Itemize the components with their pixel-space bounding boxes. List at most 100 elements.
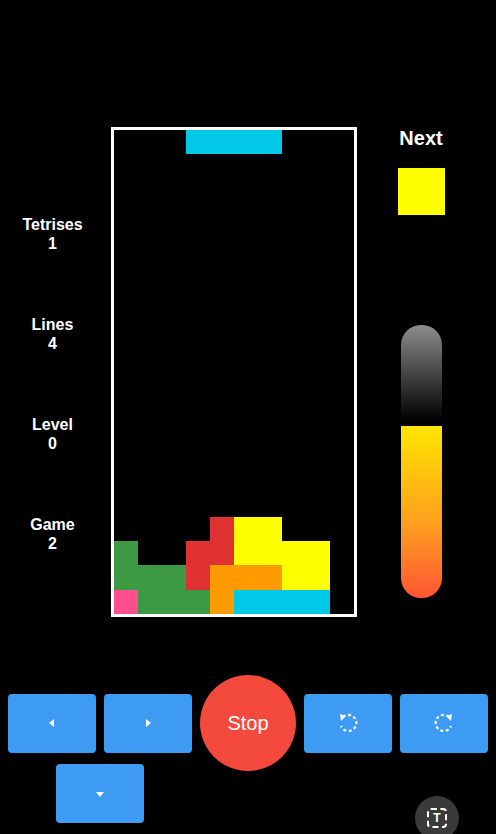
cell bbox=[114, 299, 138, 323]
rotate-left-button[interactable] bbox=[304, 694, 392, 753]
cell bbox=[330, 154, 354, 178]
cell bbox=[306, 154, 330, 178]
cell bbox=[162, 227, 186, 251]
cell bbox=[258, 469, 282, 493]
left-button[interactable] bbox=[8, 694, 96, 753]
cell bbox=[234, 154, 258, 178]
board-row bbox=[114, 444, 354, 468]
cell bbox=[306, 420, 330, 444]
cell bbox=[210, 154, 234, 178]
cell bbox=[234, 324, 258, 348]
cell bbox=[114, 178, 138, 202]
cell bbox=[234, 469, 258, 493]
cell bbox=[258, 565, 282, 589]
stat: Tetrises 1 bbox=[0, 215, 111, 253]
next-label: Next bbox=[399, 127, 442, 149]
cell bbox=[210, 420, 234, 444]
cell bbox=[306, 396, 330, 420]
cell bbox=[306, 444, 330, 468]
right-button[interactable] bbox=[104, 694, 192, 753]
cell bbox=[258, 130, 282, 154]
cell bbox=[234, 178, 258, 202]
down-button[interactable] bbox=[56, 764, 144, 823]
cell bbox=[210, 251, 234, 275]
rotate-right-button[interactable] bbox=[400, 694, 488, 753]
cell bbox=[186, 227, 210, 251]
board-row bbox=[114, 227, 354, 251]
cell bbox=[186, 130, 210, 154]
cell bbox=[162, 444, 186, 468]
cell bbox=[114, 251, 138, 275]
cell bbox=[306, 590, 330, 614]
cell bbox=[234, 227, 258, 251]
cell bbox=[306, 227, 330, 251]
cell bbox=[138, 469, 162, 493]
scan-frame-icon: T bbox=[427, 808, 447, 828]
cell bbox=[282, 324, 306, 348]
cell bbox=[258, 493, 282, 517]
cell bbox=[186, 203, 210, 227]
cell bbox=[114, 154, 138, 178]
cell bbox=[138, 541, 162, 565]
cell bbox=[306, 203, 330, 227]
cell bbox=[282, 372, 306, 396]
cell bbox=[282, 420, 306, 444]
stop-button[interactable]: Stop bbox=[200, 675, 296, 771]
cell bbox=[234, 130, 258, 154]
cell bbox=[186, 372, 210, 396]
board-row bbox=[114, 251, 354, 275]
cell bbox=[162, 396, 186, 420]
cell bbox=[186, 348, 210, 372]
cell bbox=[138, 324, 162, 348]
cell bbox=[114, 493, 138, 517]
board-row bbox=[114, 565, 354, 589]
cell bbox=[234, 517, 258, 541]
cell bbox=[138, 493, 162, 517]
cell bbox=[234, 444, 258, 468]
cell bbox=[258, 444, 282, 468]
right-arrow-icon bbox=[142, 717, 154, 729]
cell bbox=[258, 178, 282, 202]
cell bbox=[330, 565, 354, 589]
cell bbox=[114, 227, 138, 251]
left-arrow-icon bbox=[46, 717, 58, 729]
cell bbox=[210, 130, 234, 154]
board-row bbox=[114, 493, 354, 517]
cell bbox=[234, 590, 258, 614]
cell bbox=[306, 541, 330, 565]
cell bbox=[114, 469, 138, 493]
cell bbox=[234, 203, 258, 227]
cell bbox=[210, 227, 234, 251]
cell bbox=[258, 372, 282, 396]
cell bbox=[234, 372, 258, 396]
cell bbox=[114, 517, 138, 541]
cell bbox=[162, 541, 186, 565]
cell bbox=[258, 324, 282, 348]
cell bbox=[210, 178, 234, 202]
cell bbox=[258, 348, 282, 372]
cell bbox=[330, 444, 354, 468]
cell bbox=[162, 590, 186, 614]
cell bbox=[186, 590, 210, 614]
board-row bbox=[114, 275, 354, 299]
text-recognition-button[interactable]: T bbox=[415, 796, 459, 834]
cell bbox=[330, 590, 354, 614]
cell bbox=[258, 275, 282, 299]
board-row bbox=[114, 469, 354, 493]
cell bbox=[258, 203, 282, 227]
cell bbox=[186, 565, 210, 589]
cell bbox=[330, 396, 354, 420]
cell bbox=[114, 541, 138, 565]
cell bbox=[186, 396, 210, 420]
board-row bbox=[114, 517, 354, 541]
cell bbox=[258, 590, 282, 614]
board-row bbox=[114, 324, 354, 348]
cell bbox=[138, 154, 162, 178]
cell bbox=[114, 130, 138, 154]
cell bbox=[210, 203, 234, 227]
cell bbox=[186, 541, 210, 565]
cell bbox=[306, 178, 330, 202]
cell bbox=[210, 469, 234, 493]
cell bbox=[234, 396, 258, 420]
board bbox=[111, 127, 357, 617]
